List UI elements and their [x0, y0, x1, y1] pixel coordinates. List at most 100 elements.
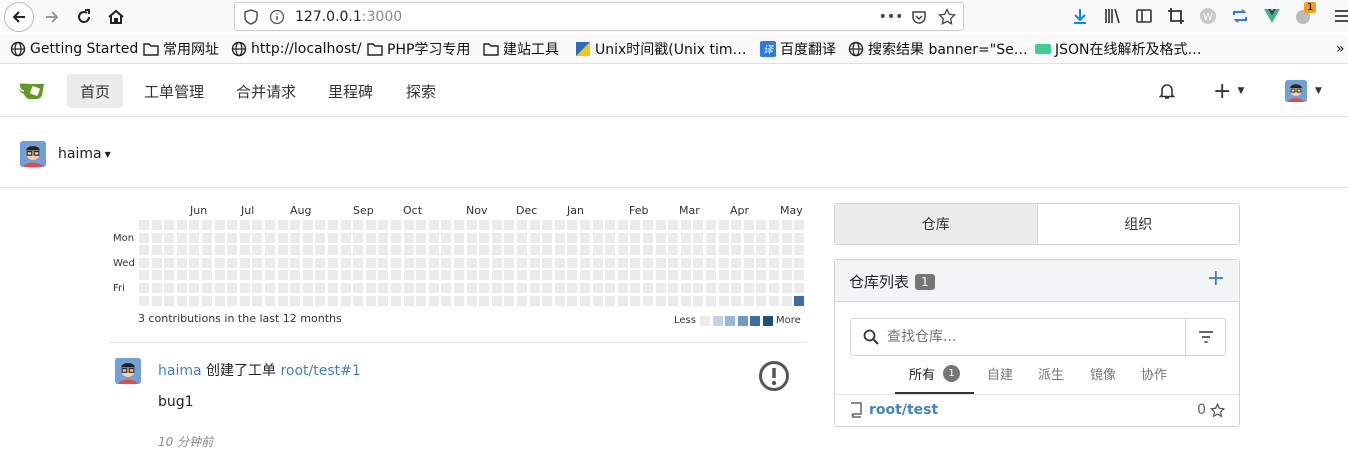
heatmap-cell [328, 232, 338, 243]
context-user-switch[interactable]: haima ▼ [20, 141, 111, 167]
heatmap-cell [277, 270, 288, 281]
pocket-icon[interactable] [909, 7, 929, 27]
feed-user-link[interactable]: haima [158, 363, 202, 379]
heatmap-cell [239, 295, 250, 306]
bookmark-star-icon[interactable] [937, 7, 957, 27]
bookmark-search-results[interactable]: 搜索结果 banner="Se… [848, 40, 1028, 58]
heatmap-cell [517, 270, 527, 281]
heatmap-cell [252, 295, 263, 306]
heatmap-cell [466, 220, 477, 230]
heatmap-cell [227, 245, 238, 256]
forward-button[interactable] [38, 4, 66, 30]
heatmap-cell [680, 283, 691, 293]
add-repo-icon[interactable]: + [1207, 266, 1225, 291]
nav-home[interactable]: 首页 [67, 74, 124, 108]
reload-button[interactable] [70, 4, 98, 30]
menu-icon[interactable] [1332, 6, 1348, 26]
translate-icon: 译 [760, 41, 776, 57]
day-label: Mon [113, 233, 135, 244]
bookmark-json[interactable]: JSON在线解析及格式… [1035, 40, 1202, 58]
bookmark-localhost[interactable]: http://localhost/ [231, 40, 361, 58]
sync-extension-icon[interactable] [1230, 6, 1250, 26]
repo-list-item[interactable]: root/test [849, 402, 938, 418]
home-button[interactable] [102, 4, 130, 30]
bookmark-folder-php[interactable]: PHP学习专用 [367, 40, 470, 58]
extension-w-icon[interactable]: W [1198, 6, 1218, 26]
notification-extension-icon[interactable]: 1 [1294, 2, 1317, 26]
heatmap-cell [164, 232, 175, 243]
heatmap-cell [655, 245, 666, 256]
bookmark-unix-time[interactable]: Unix时间戳(Unix tim… [575, 40, 747, 58]
browser-toolbar: 127.0.0.1:3000 ••• W 1 [0, 0, 1348, 32]
heatmap-cell [328, 270, 338, 281]
heatmap-cell [176, 232, 187, 243]
forward-arrow-icon [46, 11, 59, 23]
heatmap-cell [328, 245, 338, 256]
create-new-button[interactable]: + ▼ [1200, 74, 1257, 108]
sidebar-icon[interactable] [1134, 6, 1154, 26]
bookmarks-overflow-icon[interactable]: » [1336, 40, 1345, 58]
tab-repositories[interactable]: 仓库 [835, 204, 1037, 244]
crop-icon[interactable] [1166, 6, 1186, 26]
heatmap-cell [794, 295, 805, 306]
nav-pulls[interactable]: 合并请求 [223, 74, 309, 108]
back-button[interactable] [4, 2, 34, 32]
heatmap-cell [189, 295, 200, 306]
heatmap-cell [302, 283, 313, 293]
gitea-logo-icon[interactable] [18, 79, 48, 105]
feed-issue-link[interactable]: root/test#1 [280, 363, 360, 379]
repo-icon [851, 402, 862, 418]
vue-devtools-icon[interactable] [1262, 6, 1282, 26]
star-icon [1210, 402, 1225, 417]
nav-milestones[interactable]: 里程碑 [315, 74, 386, 108]
page-actions-icon[interactable]: ••• [879, 7, 904, 27]
heatmap-cell [151, 283, 162, 293]
bookmark-baidu-translate[interactable]: 译 百度翻译 [760, 40, 836, 58]
filter-collaborative[interactable]: 协作 [1141, 364, 1167, 383]
heatmap-cell [428, 232, 439, 243]
heatmap-cell [164, 270, 175, 281]
repo-search-input[interactable] [887, 326, 1177, 348]
url-bar[interactable]: 127.0.0.1:3000 ••• [234, 2, 964, 31]
heatmap-cell [630, 245, 641, 256]
heatmap-cell [340, 283, 351, 293]
library-icon[interactable] [1102, 6, 1122, 26]
issue-opened-icon [758, 360, 790, 396]
heatmap-cell [252, 220, 263, 230]
tab-organizations[interactable]: 组织 [1036, 204, 1240, 244]
repo-name-link[interactable]: root/test [869, 402, 938, 418]
bookmark-folder-tools[interactable]: 建站工具 [483, 40, 559, 58]
heatmap-cell [202, 270, 212, 281]
filter-forks[interactable]: 派生 [1038, 364, 1064, 383]
filter-sources[interactable]: 自建 [987, 364, 1013, 383]
heatmap-cell [756, 295, 767, 306]
filter-all[interactable]: 所有 1 [895, 364, 975, 394]
heatmap-cell [265, 245, 275, 256]
bookmark-getting-started[interactable]: Getting Started [10, 40, 138, 58]
feed-issue-title: bug1 [158, 394, 194, 410]
heatmap-cell [265, 270, 275, 281]
info-icon[interactable] [267, 7, 287, 27]
heatmap-cell [491, 283, 502, 293]
download-icon[interactable] [1070, 6, 1090, 26]
bookmark-folder-common[interactable]: 常用网址 [143, 40, 219, 58]
heatmap-cell [139, 257, 149, 268]
url-text: 127.0.0.1:3000 [295, 9, 403, 25]
avatar[interactable] [115, 358, 141, 384]
heatmap-cell [743, 257, 754, 268]
user-menu-button[interactable]: ▼ [1272, 74, 1335, 108]
month-label: Oct [403, 204, 423, 217]
heatmap-cell [454, 245, 464, 256]
nav-explore[interactable]: 探索 [393, 74, 449, 108]
heatmap-cell [428, 270, 439, 281]
heatmap-cell [353, 270, 364, 281]
heatmap-cell [378, 232, 389, 243]
nav-issues[interactable]: 工单管理 [131, 74, 217, 108]
notifications-button[interactable] [1145, 74, 1189, 108]
heatmap-cell [328, 220, 338, 230]
heatmap-cell [592, 220, 603, 230]
heatmap-cell [517, 295, 527, 306]
filter-button[interactable] [1185, 319, 1226, 355]
heatmap-cell [302, 220, 313, 230]
filter-mirrors[interactable]: 镜像 [1090, 364, 1116, 383]
